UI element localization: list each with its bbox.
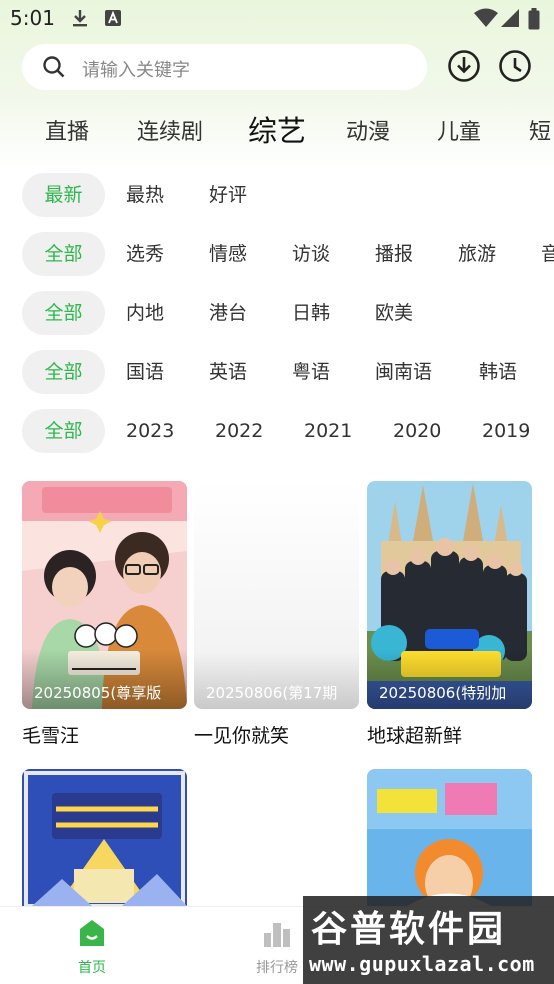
card-title[interactable]: 一见你就笑 xyxy=(194,721,289,748)
filter-region-item[interactable]: 内地 xyxy=(126,291,164,335)
download-icon[interactable] xyxy=(447,49,481,83)
filter-language-item[interactable]: 英语 xyxy=(209,350,247,394)
video-card[interactable]: 20250805(尊享版 毛雪汪 xyxy=(22,481,187,747)
filter-genre-item[interactable]: 音 xyxy=(541,232,554,276)
filter-genre-all[interactable]: 全部 xyxy=(22,232,105,276)
filter-sort-latest[interactable]: 最新 xyxy=(22,173,105,217)
category-tabs: 直播 连续剧 综艺 动漫 儿童 短 xyxy=(0,108,554,152)
filter-genre-item[interactable]: 访谈 xyxy=(292,232,330,276)
search-input[interactable]: 请输入关键字 xyxy=(22,44,427,90)
filter-genre-item[interactable]: 选秀 xyxy=(126,232,164,276)
poster-image[interactable]: 20250805(尊享版 xyxy=(22,481,187,709)
signal-icon xyxy=(501,9,519,27)
watermark-logo: 谷普软件园 www.gupuxlazal.com xyxy=(303,896,554,984)
filter-year-all[interactable]: 全部 xyxy=(22,409,105,453)
video-card[interactable] xyxy=(22,769,187,906)
poster-art xyxy=(22,769,187,906)
filter-language-all[interactable]: 全部 xyxy=(22,350,105,394)
watermark-url: www.gupuxlazal.com xyxy=(309,952,535,976)
filter-region-item[interactable]: 日韩 xyxy=(292,291,330,335)
poster-art xyxy=(367,769,532,906)
filter-year-item[interactable]: 2021 xyxy=(304,409,352,453)
poster-image[interactable]: 20250806(第17期 xyxy=(194,481,359,709)
filter-year-item[interactable]: 2019 xyxy=(482,409,530,453)
episode-label: 20250806(特别加 xyxy=(379,684,507,702)
poster-image[interactable]: 20250806(特别加 xyxy=(367,481,532,709)
history-clock-icon[interactable] xyxy=(498,49,532,83)
video-card[interactable]: 20250806(第17期 一见你就笑 xyxy=(194,481,359,747)
filter-region-item[interactable]: 欧美 xyxy=(375,291,413,335)
download-status-icon xyxy=(73,10,87,27)
episode-label: 20250806(第17期 xyxy=(206,684,338,702)
nav-home[interactable]: 首页 xyxy=(37,907,147,984)
filter-row-language: 全部 国语 英语 粤语 闽南语 韩语 xyxy=(0,350,554,396)
filter-year-item[interactable]: 2023 xyxy=(126,409,174,453)
watermark-logo-text: 谷普软件园 xyxy=(311,909,507,950)
status-time: 5:01 xyxy=(10,6,55,30)
episode-label: 20250805(尊享版 xyxy=(34,684,162,702)
battery-icon xyxy=(528,8,540,30)
tab-short[interactable]: 短 xyxy=(529,114,551,146)
ranking-chart-icon xyxy=(264,923,290,947)
filter-sort-rated[interactable]: 好评 xyxy=(209,173,247,217)
filter-language-item[interactable]: 粤语 xyxy=(292,350,330,394)
filter-year-item[interactable]: 2020 xyxy=(393,409,441,453)
poster-image[interactable] xyxy=(22,769,187,906)
wifi-icon xyxy=(474,8,498,27)
tab-series[interactable]: 连续剧 xyxy=(137,114,203,146)
filter-language-item[interactable]: 国语 xyxy=(126,350,164,394)
home-icon xyxy=(80,920,104,946)
video-card[interactable] xyxy=(367,769,532,906)
filter-sort-hot[interactable]: 最热 xyxy=(126,173,164,217)
filter-region-item[interactable]: 港台 xyxy=(209,291,247,335)
card-title[interactable]: 毛雪汪 xyxy=(22,721,79,748)
filter-language-item[interactable]: 韩语 xyxy=(479,350,517,394)
filter-year-item[interactable]: 2022 xyxy=(215,409,263,453)
filter-language-item[interactable]: 闽南语 xyxy=(375,350,432,394)
status-bar: 5:01 xyxy=(0,0,554,36)
tab-anime[interactable]: 动漫 xyxy=(346,114,390,146)
filter-row-region: 全部 内地 港台 日韩 欧美 xyxy=(0,291,554,337)
notification-a-icon xyxy=(105,10,121,26)
nav-home-label: 首页 xyxy=(78,960,106,976)
tab-live[interactable]: 直播 xyxy=(45,114,89,146)
search-icon xyxy=(43,56,65,78)
filter-row-year: 全部 2023 2022 2021 2020 2019 xyxy=(0,409,554,455)
filter-row-genre: 全部 选秀 情感 访谈 播报 旅游 音 xyxy=(0,232,554,278)
poster-placeholder xyxy=(194,481,359,709)
filter-genre-item[interactable]: 旅游 xyxy=(458,232,496,276)
filter-region-all[interactable]: 全部 xyxy=(22,291,105,335)
filter-genre-item[interactable]: 情感 xyxy=(209,232,247,276)
filter-row-sort: 最新 最热 好评 xyxy=(0,173,554,219)
poster-image[interactable] xyxy=(367,769,532,906)
video-card[interactable]: 20250806(特别加 地球超新鲜 xyxy=(367,481,532,747)
tab-kids[interactable]: 儿童 xyxy=(437,114,481,146)
card-title[interactable]: 地球超新鲜 xyxy=(367,721,462,748)
filter-genre-item[interactable]: 播报 xyxy=(375,232,413,276)
search-placeholder: 请输入关键字 xyxy=(82,60,190,81)
tab-variety[interactable]: 综艺 xyxy=(248,108,306,150)
